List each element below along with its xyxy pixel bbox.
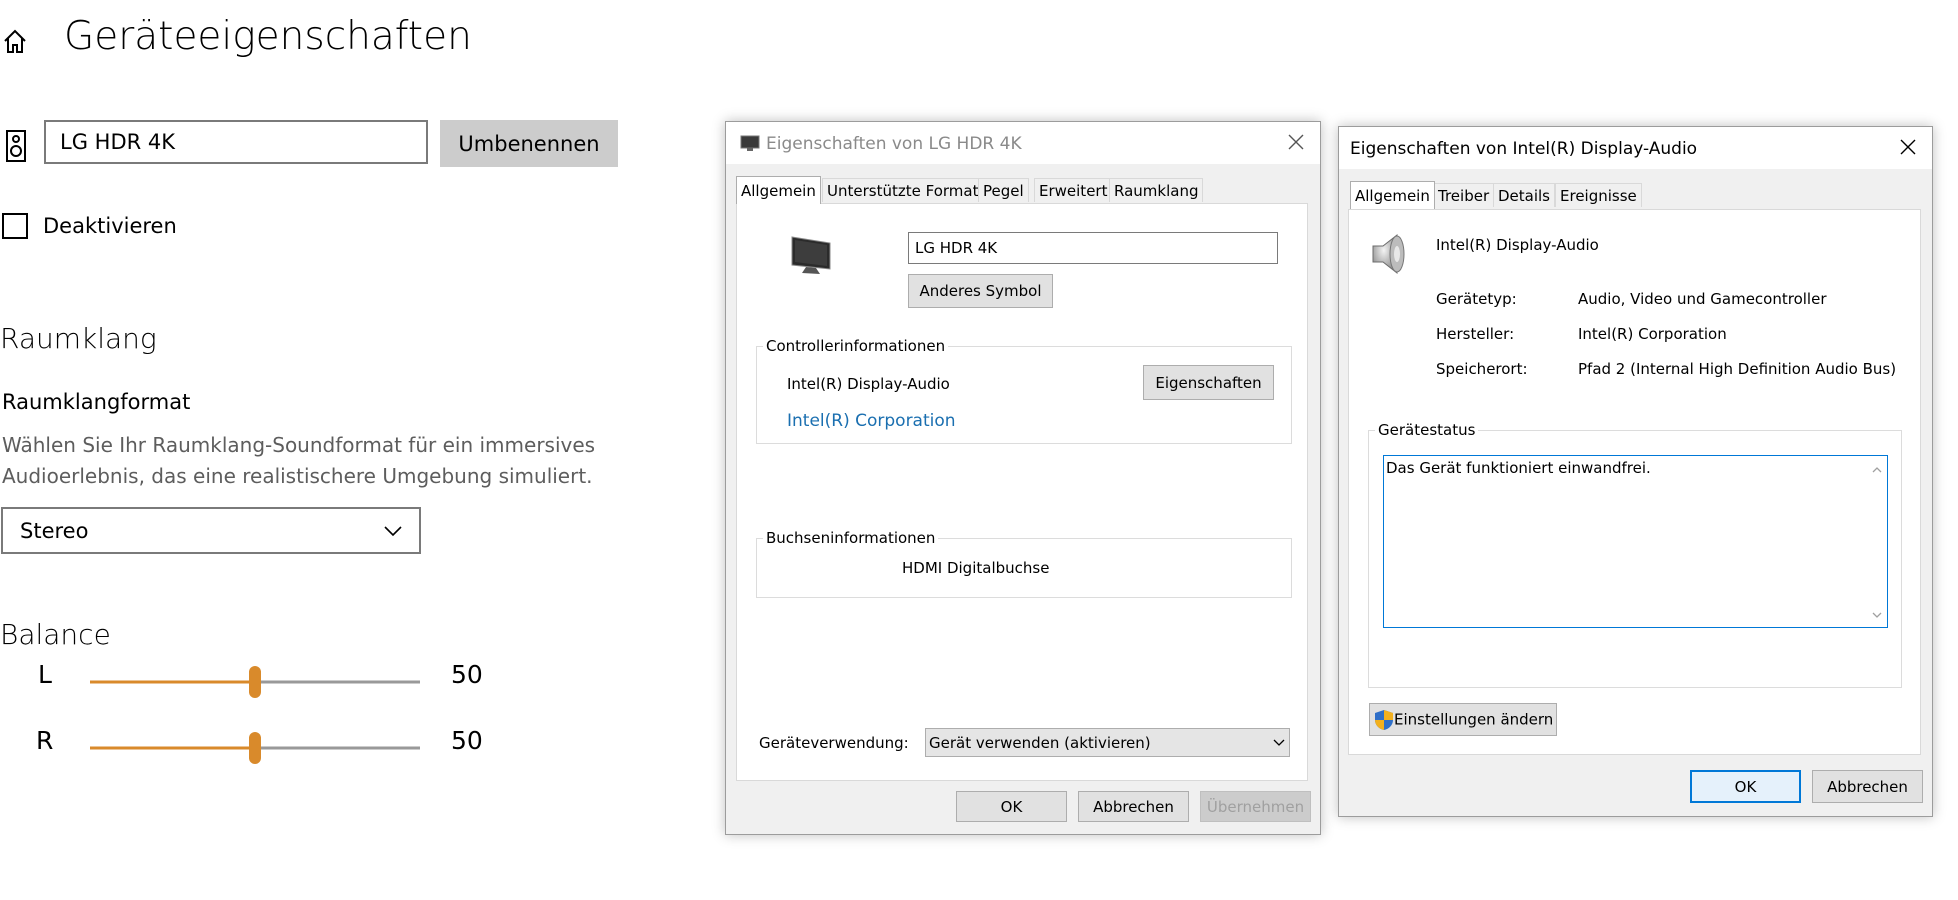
tab-treiber[interactable]: Treiber (1433, 183, 1495, 207)
close-icon[interactable] (1898, 137, 1918, 157)
tab-details[interactable]: Details (1493, 183, 1556, 207)
balance-left-slider[interactable] (90, 662, 420, 702)
tab-ereignisse[interactable]: Ereignisse (1555, 183, 1642, 207)
vendor-label: Hersteller: (1436, 325, 1515, 343)
controller-info-group: Controllerinformationen Intel(R) Display… (756, 337, 1292, 444)
balance-right-slider[interactable] (90, 728, 420, 768)
device-status-text: Das Gerät funktioniert einwandfrei. (1386, 459, 1651, 477)
lg-dialog-title: Eigenschaften von LG HDR 4K (766, 134, 1022, 154)
tab-allgemein[interactable]: Allgemein (1350, 181, 1435, 209)
balance-right-value: 50 (451, 726, 483, 755)
monitor-small-icon (740, 135, 760, 151)
controller-name: Intel(R) Display-Audio (787, 375, 950, 393)
intel-general-page: Intel(R) Display-Audio Gerätetyp: Audio,… (1348, 209, 1921, 755)
lg-apply-button[interactable]: Übernehmen (1200, 791, 1311, 822)
raumklang-format-label: Raumklangformat (2, 390, 191, 414)
controller-group-label: Controllerinformationen (763, 337, 949, 355)
balance-left-thumb (249, 666, 261, 698)
change-icon-button[interactable]: Anderes Symbol (908, 274, 1053, 308)
rename-button[interactable]: Umbenennen (440, 120, 618, 167)
device-type-label: Gerätetyp: (1436, 290, 1517, 308)
balance-right-thumb (249, 732, 261, 764)
balance-heading: Balance (0, 618, 111, 651)
lg-cancel-button[interactable]: Abbrechen (1078, 791, 1189, 822)
jack-info-group: Buchseninformationen HDMI Digitalbuchse (756, 529, 1292, 598)
balance-right-label: R (36, 726, 54, 755)
lg-ok-button[interactable]: OK (956, 791, 1067, 822)
location-value: Pfad 2 (Internal High Definition Audio B… (1578, 360, 1897, 378)
device-type-value: Audio, Video und Gamecontroller (1578, 290, 1827, 308)
raumklang-format-value: Stereo (20, 518, 89, 543)
speaker-icon (6, 130, 26, 162)
device-status-textarea[interactable]: Das Gerät funktioniert einwandfrei. (1383, 455, 1888, 628)
intel-cancel-button[interactable]: Abbrechen (1812, 770, 1923, 803)
tab-unterstuetzte-formate[interactable]: Unterstützte Formate (822, 178, 993, 202)
scroll-down-icon[interactable] (1871, 609, 1883, 621)
device-status-group-label: Gerätestatus (1375, 421, 1479, 439)
jack-value: HDMI Digitalbuchse (902, 559, 1050, 577)
speaker-device-icon (1372, 233, 1405, 275)
intel-ok-button[interactable]: OK (1690, 770, 1801, 803)
lg-titlebar[interactable]: Eigenschaften von LG HDR 4K (726, 122, 1320, 164)
device-usage-select[interactable]: Gerät verwenden (aktivieren) (925, 728, 1290, 757)
jack-group-label: Buchseninformationen (763, 529, 939, 547)
tab-allgemein[interactable]: Allgemein (736, 176, 821, 204)
scroll-up-icon[interactable] (1871, 464, 1883, 476)
device-status-group: Gerätestatus Das Gerät funktioniert einw… (1368, 421, 1902, 688)
raumklang-format-select[interactable]: Stereo (1, 507, 421, 554)
intel-properties-dialog: Eigenschaften von Intel(R) Display-Audio… (1338, 126, 1933, 817)
tab-pegel[interactable]: Pegel (978, 178, 1029, 202)
chevron-down-icon (384, 525, 402, 536)
vendor-value: Intel(R) Corporation (1578, 325, 1727, 343)
lg-device-name-input[interactable] (908, 232, 1278, 264)
home-icon[interactable] (2, 28, 28, 54)
controller-properties-button[interactable]: Eigenschaften (1143, 365, 1274, 400)
monitor-icon (791, 236, 831, 274)
tab-erweitert[interactable]: Erweitert (1034, 178, 1113, 202)
balance-left-label: L (38, 660, 52, 689)
page-title: Geräteeigenschaften (64, 14, 472, 59)
raumklang-format-description: Wählen Sie Ihr Raumklang-Soundformat für… (2, 433, 596, 488)
location-label: Speicherort: (1436, 360, 1528, 378)
disable-checkbox[interactable] (2, 213, 28, 239)
lg-properties-dialog: Eigenschaften von LG HDR 4K Allgemein Un… (725, 121, 1321, 835)
intel-dialog-title: Eigenschaften von Intel(R) Display-Audio (1350, 139, 1698, 159)
intel-device-name: Intel(R) Display-Audio (1436, 236, 1599, 254)
close-icon[interactable] (1286, 132, 1306, 152)
intel-titlebar[interactable]: Eigenschaften von Intel(R) Display-Audio (1339, 127, 1932, 169)
change-settings-button[interactable]: Einstellungen ändern (1369, 703, 1557, 736)
controller-vendor-link[interactable]: Intel(R) Corporation (787, 411, 956, 431)
device-usage-value: Gerät verwenden (aktivieren) (929, 733, 1151, 752)
lg-general-page: Anderes Symbol Controllerinformationen I… (736, 203, 1308, 781)
chevron-down-icon (1273, 739, 1285, 746)
uac-shield-icon (1375, 709, 1393, 730)
device-usage-label: Geräteverwendung: (759, 734, 909, 752)
disable-label: Deaktivieren (43, 214, 177, 238)
change-settings-label: Einstellungen ändern (1394, 710, 1554, 728)
device-name-input[interactable] (44, 120, 428, 164)
balance-left-value: 50 (451, 660, 483, 689)
tab-raumklang[interactable]: Raumklang (1109, 178, 1204, 202)
raumklang-heading: Raumklang (0, 322, 157, 355)
